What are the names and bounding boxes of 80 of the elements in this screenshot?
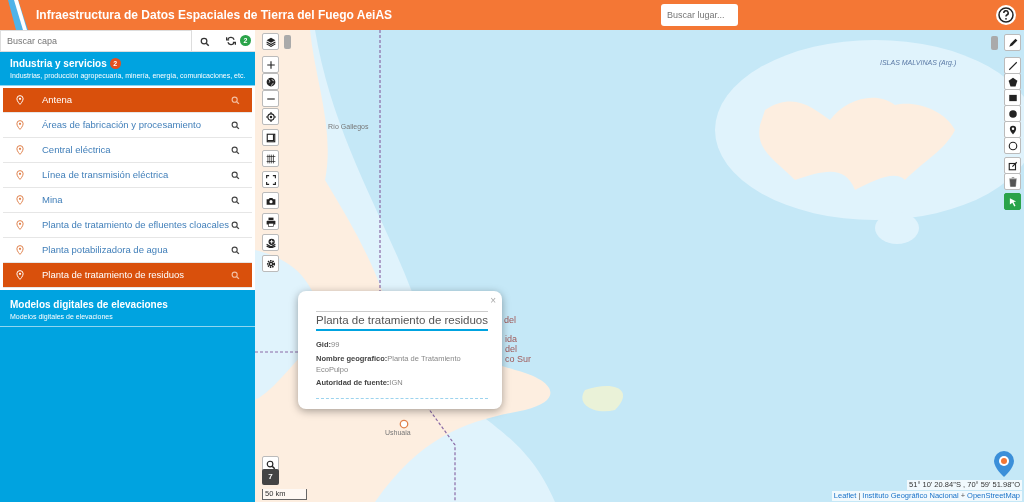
camera-icon (265, 195, 276, 206)
zoom-icon (231, 145, 240, 155)
zoom-icon (231, 270, 240, 280)
place-search-field[interactable]: Buscar lugar... (661, 4, 738, 26)
help-button[interactable] (996, 5, 1016, 25)
add-layer-button[interactable] (262, 234, 279, 251)
pentagon-icon (1007, 76, 1018, 87)
square-icon (265, 132, 276, 143)
map-label: co Sur (505, 353, 531, 366)
zoom-in-button[interactable] (262, 56, 279, 73)
refresh-icon (226, 35, 236, 46)
square-button[interactable] (262, 129, 279, 146)
zoom-icon (231, 195, 240, 205)
popup-title: Planta de tratamiento de residuos (316, 311, 488, 332)
globe-icon (265, 76, 276, 87)
zoom-icon (231, 220, 240, 230)
search-icon (200, 37, 210, 48)
map-marker-icon[interactable] (399, 419, 409, 429)
search-icon (265, 459, 276, 470)
marker-button[interactable] (1004, 121, 1021, 138)
marker-icon (15, 145, 25, 155)
delete-button[interactable] (1004, 173, 1021, 190)
polygon-button[interactable] (1004, 73, 1021, 90)
fullscreen-button[interactable] (262, 171, 279, 188)
print-button[interactable] (262, 213, 279, 230)
zoom-icon (231, 120, 240, 130)
camera-button[interactable] (262, 192, 279, 209)
crosshair-icon (265, 111, 276, 122)
circle-marker-button[interactable] (1004, 137, 1021, 154)
map-label: del (504, 314, 516, 327)
circle-button[interactable] (1004, 105, 1021, 122)
globe-button[interactable] (262, 73, 279, 90)
layer-item[interactable]: Antena (3, 88, 252, 113)
layer-item[interactable]: Planta de tratamiento de residuos (3, 263, 252, 288)
close-button[interactable]: × (490, 293, 496, 308)
marker-icon (1007, 124, 1018, 135)
marker-icon (15, 245, 25, 255)
rectangle-button[interactable] (1004, 89, 1021, 106)
square-icon (1007, 92, 1018, 103)
settings-button[interactable] (262, 255, 279, 272)
marker-icon (15, 120, 25, 130)
marker-icon (15, 220, 25, 230)
zoom-level: 7 (262, 469, 279, 485)
layers-plus-icon (265, 237, 276, 248)
map-label: ida (505, 333, 517, 345)
printer-icon (265, 216, 276, 227)
drag-handle[interactable] (284, 35, 291, 49)
fullscreen-icon (265, 174, 276, 185)
draw-button[interactable] (1004, 34, 1021, 51)
grid-button[interactable] (262, 150, 279, 167)
pencil-icon (1007, 37, 1018, 48)
category-title: Industria y servicios (10, 57, 107, 71)
app-title: Infraestructura de Datos Espaciales de Tierra del Fuego AeiAS (36, 7, 393, 24)
trash-icon (1007, 176, 1018, 187)
marker-icon (15, 170, 25, 180)
settings-icon (265, 258, 276, 269)
polyline-button[interactable] (1004, 57, 1021, 74)
zoom-icon (231, 95, 240, 105)
layers-button[interactable] (262, 33, 279, 50)
layers-icon (265, 36, 276, 47)
category-title: Modelos digitales de elevaciones (10, 298, 168, 312)
map-label: del (505, 343, 517, 356)
location-pin-icon[interactable] (993, 450, 1015, 478)
marker-icon (15, 95, 25, 105)
zoom-out-button[interactable] (262, 90, 279, 107)
plus-icon (265, 59, 276, 70)
cursor-icon (1007, 196, 1018, 207)
grid-icon (265, 153, 276, 164)
zoom-icon (231, 245, 240, 255)
edit-button[interactable] (1004, 157, 1021, 174)
drag-handle[interactable] (991, 36, 998, 50)
marker-icon (15, 270, 25, 280)
marker-icon (15, 195, 25, 205)
line-icon (1007, 60, 1018, 71)
locate-button[interactable] (262, 108, 279, 125)
circle-icon (1007, 140, 1018, 151)
circle-icon (1007, 108, 1018, 119)
edit-icon (1007, 160, 1018, 171)
select-button[interactable] (1004, 193, 1021, 210)
zoom-icon (231, 170, 240, 180)
